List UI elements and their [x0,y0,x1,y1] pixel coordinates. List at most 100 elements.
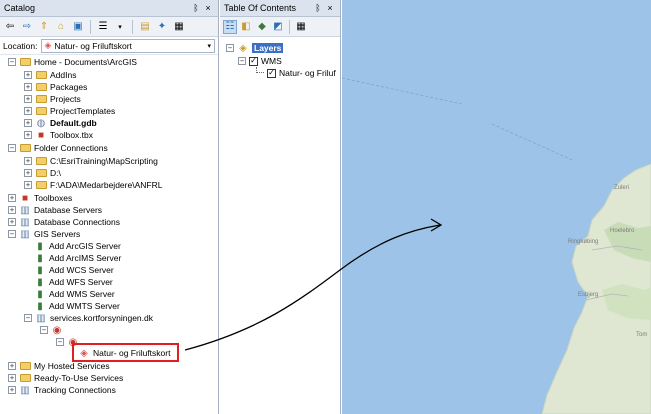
collapse-icon[interactable]: − [8,230,16,238]
collapse-icon[interactable]: − [226,44,234,52]
add-server-icon: ▮ [37,288,43,300]
tree-item-projecttemplates[interactable]: + ProjectTemplates [24,105,115,117]
chevron-down-icon[interactable]: ▾ [113,20,127,34]
tree-item-add-arcgis-server[interactable]: ▮ Add ArcGIS Server [34,240,121,252]
tree-item-addins[interactable]: + AddIns [24,69,76,81]
tree-item-d-drive[interactable]: + D:\ [24,167,61,179]
expand-icon[interactable]: + [24,119,32,127]
expand-icon[interactable]: + [8,386,16,394]
expand-icon[interactable]: + [24,83,32,91]
collapse-icon[interactable]: − [8,58,16,66]
new-folder-icon[interactable]: ▤ [138,20,152,34]
tree-item-add-wmts-server[interactable]: ▮ Add WMTS Server [34,300,120,312]
expand-icon[interactable]: + [24,157,32,165]
expand-icon[interactable]: + [24,95,32,103]
collapse-icon[interactable]: − [24,314,32,322]
tree-item-label: Add ArcGIS Server [49,241,121,251]
home-icon[interactable]: ⌂ [54,20,68,34]
tree-item-add-wcs-server[interactable]: ▮ Add WCS Server [34,264,113,276]
separator [132,19,133,34]
expand-icon[interactable]: + [24,131,32,139]
expand-icon[interactable]: + [8,194,16,202]
tree-item-home[interactable]: − Home - Documents\ArcGIS [8,56,137,68]
expand-icon[interactable]: + [24,71,32,79]
collapse-icon[interactable]: − [40,326,48,334]
list-by-visibility-icon[interactable]: ◆ [255,20,269,34]
tree-item-folder-connections[interactable]: − Folder Connections [8,142,108,154]
tree-item-gis-servers[interactable]: − ▥ GIS Servers [8,228,80,240]
expand-icon[interactable]: + [8,362,16,370]
tree-item-services-kortforsyningen[interactable]: − ▥ services.kortforsyningen.dk [24,312,153,324]
list-by-source-icon[interactable]: ◧ [239,20,253,34]
wms-service-icon: ◉ [52,324,62,336]
back-arrow-icon[interactable]: ⇦ [3,20,17,34]
location-dropdown[interactable]: ◈ Natur- og Friluftskort ▾ [40,38,215,53]
tree-item-label: Add ArcIMS Server [49,253,122,263]
tree-item-wms-service[interactable]: − ◉ [40,324,63,336]
list-by-drawing-order-icon[interactable]: ☷ [223,19,237,34]
up-folder-icon[interactable]: ⇑ [37,20,51,34]
collapse-icon[interactable]: − [238,57,246,65]
tree-item-label: My Hosted Services [34,361,110,371]
connect-folder-icon[interactable]: ▣ [71,20,85,34]
tree-item-toolbox[interactable]: + ■ Toolbox.tbx [24,129,93,141]
list-by-selection-icon[interactable]: ◩ [271,20,285,34]
pin-icon[interactable]: ᛒ [312,3,324,13]
place-label: Zuleri [614,185,629,191]
tree-item-label: Projects [50,94,81,104]
map-canvas[interactable]: Zuleri Hoelebro Ringkøbing Esbjerg Tom [342,0,651,414]
tree-item-packages[interactable]: + Packages [24,81,87,93]
tree-item-label: Default.gdb [50,118,97,128]
tree-item-esritraining[interactable]: + C:\EsriTraining\MapScripting [24,155,158,167]
close-icon[interactable]: × [202,3,214,13]
options-icon[interactable]: ▦ [294,20,308,34]
catalog-title: Catalog [4,3,36,13]
tree-item-default-gdb[interactable]: + ◍ Default.gdb [24,117,97,129]
expand-icon[interactable]: + [24,181,32,189]
expand-icon[interactable]: + [24,169,32,177]
tracking-icon: ▥ [20,384,30,396]
expand-icon[interactable]: + [8,374,16,382]
place-label: Hoelebro [610,228,635,234]
expand-icon[interactable]: + [24,107,32,115]
close-icon[interactable]: × [324,3,336,13]
toc-layer-row[interactable]: ✓ Natur- og Friluf [256,67,336,79]
layer-visibility-checkbox[interactable]: ✓ [267,68,276,78]
collapse-icon[interactable]: − [56,338,64,346]
tree-item-label: AddIns [50,70,77,80]
tree-item-ready-to-use[interactable]: + Ready-To-Use Services [8,372,123,384]
toc-layers-row[interactable]: − ◈ Layers [226,42,284,54]
wms-visibility-checkbox[interactable]: ✓ [249,56,258,66]
add-server-icon: ▮ [37,240,43,252]
tree-item-label: C:\EsriTraining\MapScripting [50,156,158,166]
tree-item-label: GIS Servers [34,229,81,239]
view-options-icon[interactable]: ☰ [96,20,110,34]
expand-icon[interactable]: + [8,206,16,214]
tree-item-add-wfs-server[interactable]: ▮ Add WFS Server [34,276,113,288]
folder-connection-icon [35,156,47,166]
tree-item-toolboxes[interactable]: + ■ Toolboxes [8,192,72,204]
collapse-icon[interactable]: − [8,144,16,152]
tree-item-projects[interactable]: + Projects [24,93,81,105]
folder-icon [19,361,31,371]
tree-item-label: Add WMS Server [49,289,115,299]
expand-icon[interactable]: + [8,218,16,226]
forward-arrow-icon[interactable]: ⇨ [20,20,34,34]
tree-item-tracking-connections[interactable]: + ▥ Tracking Connections [8,384,116,396]
tree-item-f-drive[interactable]: + F:\ADA\Medarbejdere\ANFRL [24,179,162,191]
tree-connector [256,67,264,73]
toolbox-icon[interactable]: ✦ [155,20,169,34]
database-connection-icon: ▥ [20,216,30,228]
toc-wms-row[interactable]: − ✓ WMS [238,55,282,67]
tree-item-add-wms-server[interactable]: ▮ Add WMS Server [34,288,115,300]
tree-item-label: Add WMTS Server [49,301,120,311]
folder-connection-icon [19,143,31,153]
pin-icon[interactable]: ᛒ [190,3,202,13]
location-label: Location: [3,40,38,51]
tree-item-database-servers[interactable]: + ▥ Database Servers [8,204,102,216]
options-icon[interactable]: ▦ [172,20,186,34]
map-view[interactable]: Zuleri Hoelebro Ringkøbing Esbjerg Tom [342,0,651,414]
tree-item-database-connections[interactable]: + ▥ Database Connections [8,216,120,228]
separator [90,19,91,34]
tree-item-add-arcims-server[interactable]: ▮ Add ArcIMS Server [34,252,121,264]
